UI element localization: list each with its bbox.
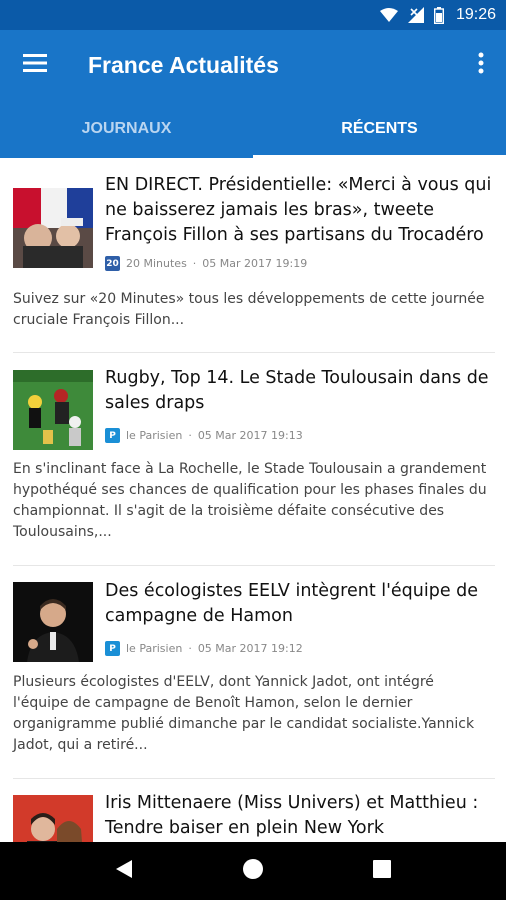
meta-separator: · — [192, 257, 197, 270]
article-excerpt: Plusieurs écologistes d'EELV, dont Yanni… — [13, 674, 475, 753]
navigation-bar — [0, 842, 506, 900]
article-thumbnail — [13, 582, 93, 662]
meta-separator: · — [188, 642, 192, 655]
article-source: 20 Minutes — [126, 257, 187, 270]
article-headline: Rugby, Top 14. Le Stade Toulousain dans … — [105, 368, 489, 413]
status-time: 19:26 — [455, 6, 496, 23]
article-card[interactable]: EN DIRECT. Présidentielle: «Merci à vous… — [0, 158, 506, 353]
back-button[interactable] — [99, 846, 149, 896]
more-vertical-icon — [478, 52, 484, 78]
article-headline: Iris Mittenaere (Miss Univers) et Matthi… — [105, 793, 479, 838]
article-excerpt: En s'inclinant face à La Rochelle, le St… — [13, 461, 487, 540]
status-bar: 19:26 — [0, 0, 506, 30]
article-headline: Des écologistes EELV intègrent l'équipe … — [105, 581, 479, 626]
article-thumbnail — [13, 370, 93, 450]
article-thumbnail — [13, 188, 93, 268]
article-card[interactable]: Des écologistes EELV intègrent l'équipe … — [0, 566, 506, 779]
article-feed[interactable]: EN DIRECT. Présidentielle: «Merci à vous… — [0, 158, 506, 842]
article-card[interactable]: Iris Mittenaere (Miss Univers) et Matthi… — [0, 779, 506, 842]
article-source: le Parisien — [126, 642, 183, 655]
article-excerpt: Suivez sur «20 Minutes» tous les dévelop… — [13, 291, 485, 328]
tab-bar: JOURNAUX RÉCENTS — [0, 100, 506, 158]
tab-recents[interactable]: RÉCENTS — [253, 100, 506, 158]
article-headline: EN DIRECT. Présidentielle: «Merci à vous… — [105, 175, 492, 245]
article-date: 05 Mar 2017 19:19 — [202, 257, 308, 270]
overflow-menu-button[interactable] — [456, 30, 506, 100]
recents-square-icon — [372, 860, 391, 882]
article-source: le Parisien — [126, 429, 183, 442]
article-meta: P le Parisien · 05 Mar 2017 19:13 — [105, 428, 303, 443]
battery-icon — [433, 6, 444, 24]
parisien-icon: P — [105, 641, 120, 656]
article-meta: P le Parisien · 05 Mar 2017 19:12 — [105, 641, 303, 656]
article-meta: 20 20 Minutes · 05 Mar 2017 19:19 — [105, 256, 307, 271]
app-bar: France Actualités — [0, 30, 506, 100]
signal-icon — [407, 7, 424, 23]
wifi-icon — [379, 7, 398, 23]
article-date: 05 Mar 2017 19:12 — [197, 642, 303, 655]
home-button[interactable] — [228, 846, 278, 896]
article-card[interactable]: Rugby, Top 14. Le Stade Toulousain dans … — [0, 353, 506, 566]
recents-button[interactable] — [357, 846, 407, 896]
home-circle-icon — [242, 858, 264, 884]
meta-separator: · — [188, 429, 192, 442]
back-triangle-icon — [115, 859, 133, 883]
tab-journaux[interactable]: JOURNAUX — [0, 100, 253, 158]
article-thumbnail — [13, 795, 93, 842]
menu-button[interactable] — [0, 30, 70, 100]
hamburger-icon — [23, 54, 47, 76]
20min-icon: 20 — [105, 256, 120, 271]
app-title: France Actualités — [88, 51, 279, 78]
parisien-icon: P — [105, 428, 120, 443]
article-date: 05 Mar 2017 19:13 — [197, 429, 303, 442]
